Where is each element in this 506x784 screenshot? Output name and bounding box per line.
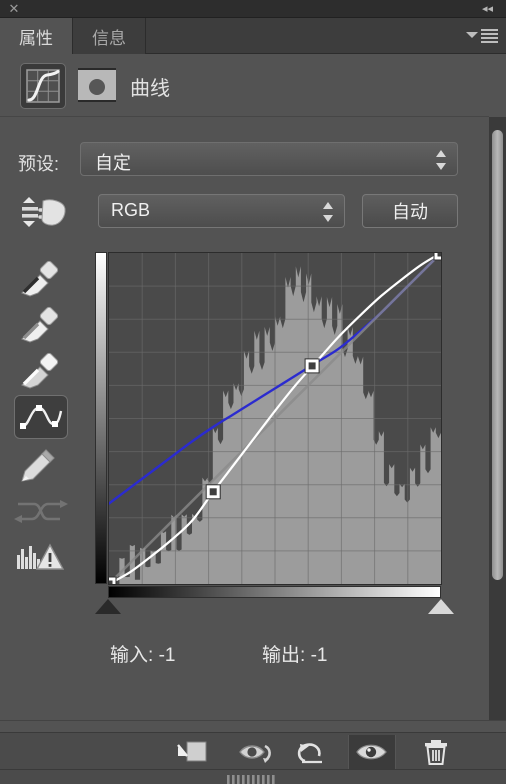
toggle-layer-visibility-button[interactable]: [348, 735, 396, 769]
auto-button-label: 自动: [392, 202, 428, 222]
delete-adjustment-layer-button[interactable]: [412, 735, 460, 769]
curves-adjustment-icon: [20, 63, 66, 109]
stepper-arrows-icon: [436, 150, 447, 170]
gray-point-eyedropper-icon[interactable]: [14, 303, 68, 347]
curves-properties-panel: ✕ ◂◂ 属性 信息 曲线 预设: 自定 RGB 自动 输入: -1 输出: -…: [0, 0, 506, 784]
input-label: 输入:: [110, 645, 154, 666]
bottom-toolbar: [0, 732, 506, 770]
tab-strip: 属性 信息: [0, 18, 506, 54]
curves-tool-column: [14, 245, 76, 585]
white-point-slider[interactable]: [428, 599, 454, 614]
reset-adjustment-button[interactable]: [288, 735, 336, 769]
chevron-down-icon: [466, 32, 478, 38]
adjustment-header: 曲线: [0, 55, 489, 117]
white-point-eyedropper-icon[interactable]: [14, 349, 68, 393]
channel-value: RGB: [111, 200, 151, 220]
layer-thumbnail: [78, 68, 116, 102]
clipping-warning-icon[interactable]: [14, 535, 68, 579]
clip-to-layer-button[interactable]: [168, 735, 216, 769]
on-image-adjustment-tool-icon[interactable]: [20, 194, 68, 230]
hamburger-icon: [481, 29, 498, 43]
panel-bottom-gap: [0, 720, 506, 732]
close-icon[interactable]: ✕: [7, 2, 21, 16]
page-title: 曲线: [130, 78, 170, 100]
smooth-curve-icon: [14, 489, 68, 533]
stepper-arrows-icon: [323, 202, 334, 222]
auto-button[interactable]: 自动: [362, 194, 458, 228]
input-gradient-bar: [108, 586, 441, 598]
black-point-eyedropper-icon[interactable]: [14, 257, 68, 301]
collapse-panel-icon[interactable]: ◂◂: [482, 3, 498, 15]
output-label: 输出:: [262, 645, 306, 666]
pencil-draw-tool-icon[interactable]: [14, 443, 68, 487]
vertical-scrollbar-thumb[interactable]: [492, 130, 503, 580]
black-point-slider[interactable]: [95, 599, 121, 614]
preset-select[interactable]: 自定: [80, 142, 458, 176]
curve-point-tool-icon[interactable]: [14, 395, 68, 439]
input-value: -1: [158, 645, 176, 666]
output-gradient-bar: [95, 252, 107, 584]
curve-graph[interactable]: [95, 250, 443, 588]
panel-titlebar: ✕ ◂◂: [0, 0, 506, 18]
input-readout: 输入: -1: [110, 640, 175, 667]
output-readout: 输出: -1: [262, 640, 327, 667]
tab-info[interactable]: 信息: [73, 18, 146, 54]
preset-value: 自定: [95, 153, 131, 173]
preview-previous-state-button[interactable]: [232, 735, 280, 769]
curve-plot-svg[interactable]: [109, 253, 441, 584]
tab-properties-label: 属性: [19, 28, 53, 48]
tab-properties[interactable]: 属性: [0, 18, 73, 54]
preset-label: 预设:: [18, 154, 60, 174]
panel-menu-icon[interactable]: [466, 27, 500, 45]
output-value: -1: [310, 645, 328, 666]
tab-info-label: 信息: [92, 28, 126, 48]
channel-select[interactable]: RGB: [98, 194, 345, 228]
layer-mask-dot-icon: [89, 79, 105, 95]
panel-drag-grip[interactable]: [227, 772, 279, 784]
curve-plot-area[interactable]: [108, 252, 442, 585]
